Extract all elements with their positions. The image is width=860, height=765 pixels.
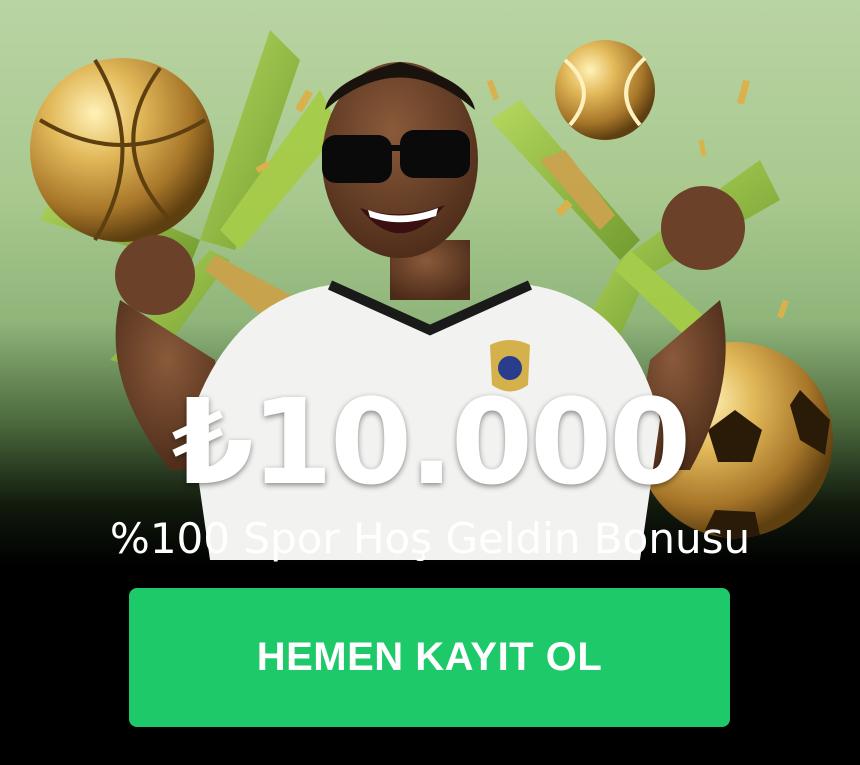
basketball-icon [30,58,214,242]
register-now-button[interactable]: HEMEN KAYIT OL [129,588,730,727]
bonus-amount: ₺10.000 [171,373,691,511]
tennis-ball-icon [555,40,655,140]
promo-banner: ₺10.000 %100 Spor Hoş Geldin Bonusu HEME… [0,0,860,765]
bonus-subtitle: %100 Spor Hoş Geldin Bonusu [109,514,751,563]
